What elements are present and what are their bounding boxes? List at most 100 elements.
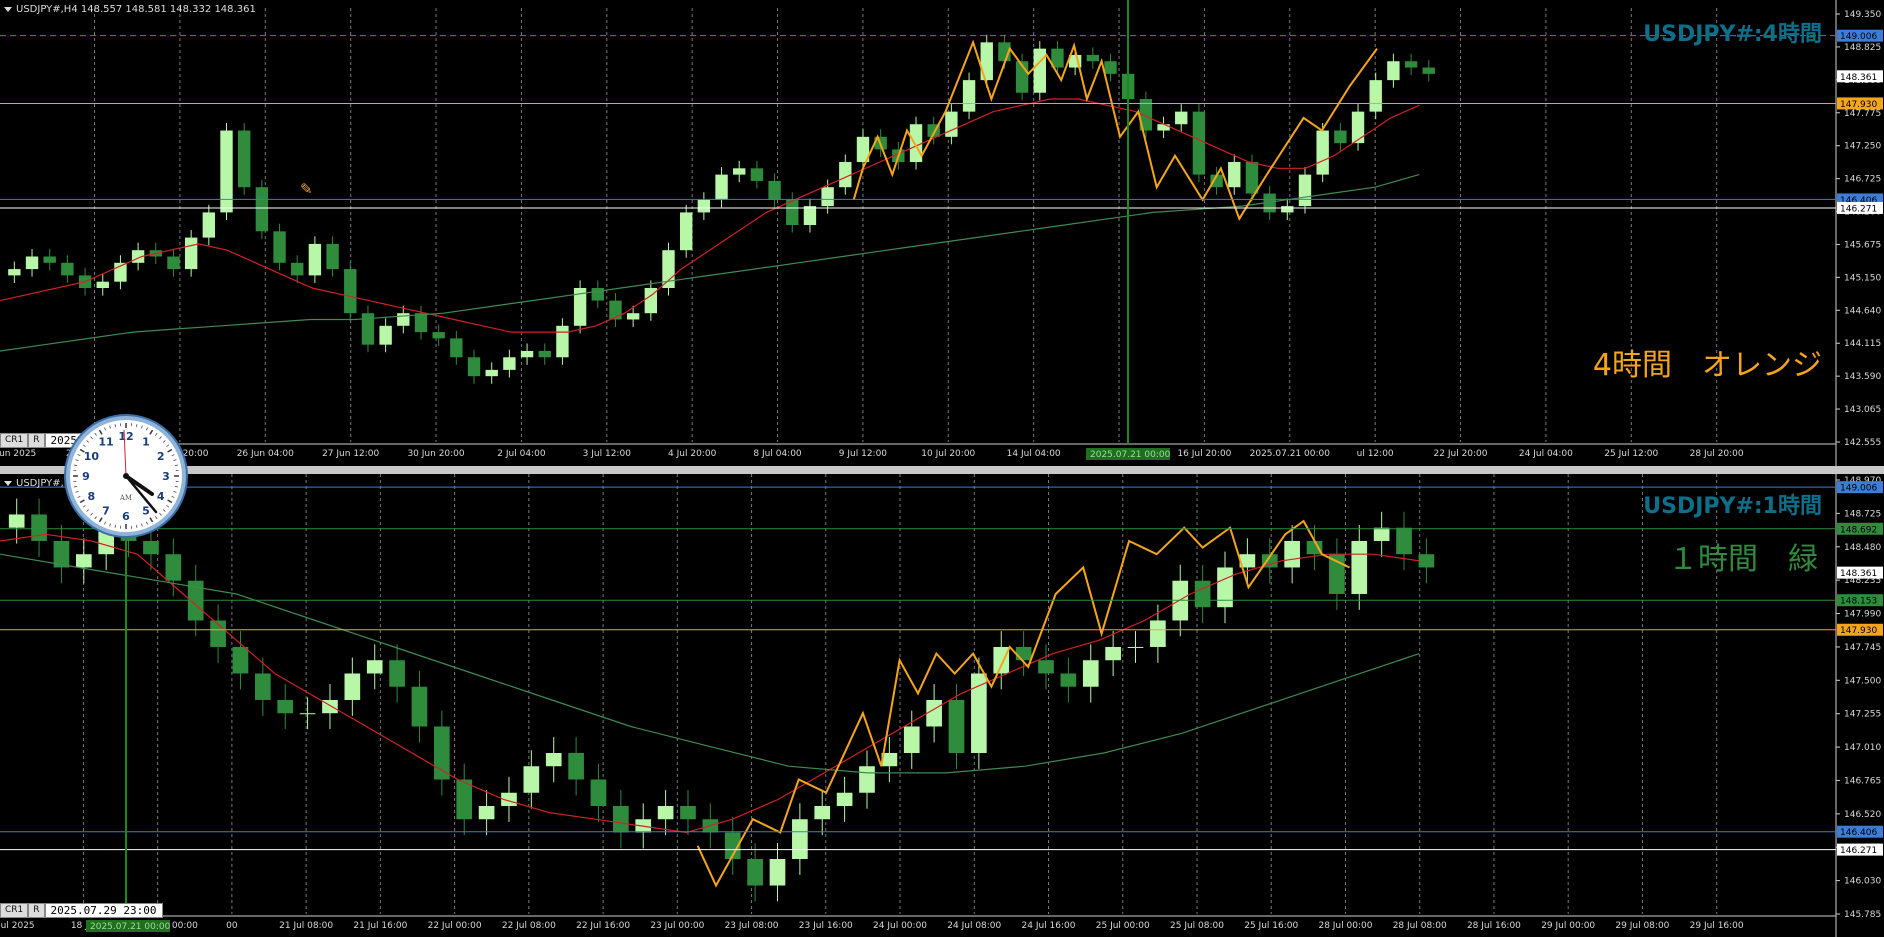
candle-body — [255, 187, 269, 232]
x-tick-label: 24 Jul 04:00 — [1519, 449, 1573, 459]
h1-chart-svg[interactable]: 148.970148.725148.480148.235147.990147.7… — [0, 474, 1884, 937]
candle-body — [839, 162, 852, 188]
clock-tick — [174, 486, 178, 488]
candle-body — [308, 243, 322, 276]
clock-number: 5 — [142, 505, 150, 518]
chart-pane-h4[interactable]: 149.350148.825148.300147.775147.250146.7… — [0, 0, 1884, 466]
analog-clock-widget[interactable]: 12 1 2 3 4 5 6 7 8 9 10 11 AM — [66, 416, 186, 536]
clock-number: 2 — [157, 450, 165, 463]
x-tick-label: 30 Jun 20:00 — [407, 449, 464, 459]
clock-tick — [90, 436, 93, 440]
y-tick-label: 147.010 — [1844, 743, 1881, 753]
x-tick-label: 10 Jul 20:00 — [921, 449, 975, 459]
candle-body — [697, 199, 711, 213]
candle-body — [366, 660, 383, 674]
x-tick-label: 22 Jul 08:00 — [502, 921, 556, 931]
clock-number: 7 — [102, 505, 110, 518]
clock-tick — [167, 499, 173, 504]
x-tick-label: ul 12:00 — [1357, 449, 1394, 459]
x-tick-label: 21 Jul 08:00 — [279, 921, 333, 931]
clock-number: 4 — [157, 490, 165, 503]
candle-body — [434, 726, 450, 780]
candle-body — [344, 269, 357, 314]
vline-time-label: 2025.07.21 00:00 — [90, 922, 171, 932]
clock-tick — [167, 448, 173, 453]
candle-body — [411, 686, 428, 727]
clock-number: 10 — [84, 450, 100, 463]
collapse-triangle-icon[interactable] — [4, 6, 12, 12]
candle-body — [980, 42, 993, 81]
candle-body — [1284, 540, 1300, 568]
candle-body — [747, 859, 763, 886]
candle-body — [1194, 580, 1211, 608]
x-tick-label: 29 Jul 16:00 — [1690, 921, 1744, 931]
pencil-icon[interactable]: ✎ — [300, 180, 318, 198]
x-tick-label: 26 Jun 04:00 — [237, 449, 294, 459]
pane-splitter[interactable] — [0, 466, 1884, 474]
x-tick-label: 24 Jul 08:00 — [947, 921, 1001, 931]
x-tick-label: 22 Jul 16:00 — [576, 921, 630, 931]
price-tag-label: 148.692 — [1840, 525, 1877, 535]
candle-body — [1329, 554, 1345, 594]
candle-body — [273, 231, 286, 263]
price-tag-label: 148.153 — [1840, 597, 1877, 607]
chart-pane-h1[interactable]: 148.970 148.725 148.480 148.235 147.990 147.7… — [0, 474, 1884, 937]
y-tick-label: 146.725 — [1844, 175, 1881, 185]
y-tick-label: 148.825 — [1844, 43, 1881, 53]
candle-body — [1150, 620, 1166, 647]
h4-symbol-info-text: USDJPY#,H4 148.557 148.581 148.332 148.3… — [16, 4, 256, 15]
candle-body — [43, 256, 56, 263]
candle-body — [25, 256, 39, 270]
clock-tick — [149, 429, 154, 435]
x-tick-label: 00 — [226, 921, 238, 931]
candle-body — [467, 357, 481, 377]
h4-cr1-button[interactable]: CR1 — [0, 433, 29, 448]
clock-tick — [77, 454, 81, 456]
candle-body — [485, 369, 498, 377]
x-tick-label: 14 Jul 04:00 — [1007, 449, 1061, 459]
candle-body — [238, 130, 251, 188]
candle-body — [1422, 67, 1435, 74]
h4-chart-svg[interactable]: 149.350148.825148.300147.775147.250146.7… — [0, 0, 1884, 466]
clock-tick — [162, 440, 166, 443]
candle-body — [389, 660, 405, 687]
candle-body — [478, 805, 495, 820]
y-tick-label: 147.775 — [1844, 109, 1881, 119]
candle-body — [715, 174, 728, 200]
x-tick-label: 9 Jul 12:00 — [839, 449, 888, 459]
y-tick-label: 146.520 — [1844, 810, 1881, 820]
candle-body — [1369, 80, 1382, 112]
candle-body — [31, 514, 47, 541]
h1-cr1-button[interactable]: CR1 — [0, 903, 29, 918]
candle-body — [926, 699, 942, 727]
h1-cursor-time: 2025.07.29 23:00 — [44, 903, 163, 918]
candle-body — [1104, 61, 1117, 74]
x-tick-label: 16 Jul 20:00 — [1177, 449, 1231, 459]
candle-body — [903, 726, 920, 753]
y-tick-label: 148.725 — [1844, 509, 1881, 519]
candle-body — [1351, 111, 1365, 144]
price-tag-label: 146.271 — [1840, 846, 1877, 856]
h1-r-button[interactable]: R — [28, 903, 45, 918]
y-tick-label: 146.765 — [1844, 776, 1881, 786]
candle-body — [75, 554, 92, 568]
h4-annotation-text: 4時間 オレンジ — [1592, 348, 1822, 383]
candle-body — [1404, 61, 1418, 68]
h4-r-button[interactable]: R — [28, 433, 45, 448]
y-tick-label: 147.250 — [1844, 142, 1881, 152]
collapse-triangle-icon[interactable] — [4, 480, 12, 486]
vline-time-label: 2025.07.21 00:00 — [1090, 450, 1171, 460]
candle-body — [769, 859, 786, 886]
candle-body — [1038, 660, 1054, 674]
clock-tick — [75, 491, 79, 493]
candle-body — [456, 779, 473, 820]
clock-am-label: AM — [119, 494, 132, 502]
candle-body — [1060, 673, 1077, 687]
candle-body — [143, 540, 159, 555]
candle-body — [792, 819, 808, 860]
candle-body — [657, 805, 674, 820]
candle-body — [768, 180, 781, 200]
candle-body — [1245, 162, 1259, 194]
clock-tick — [79, 499, 85, 504]
candle-body — [299, 713, 316, 715]
